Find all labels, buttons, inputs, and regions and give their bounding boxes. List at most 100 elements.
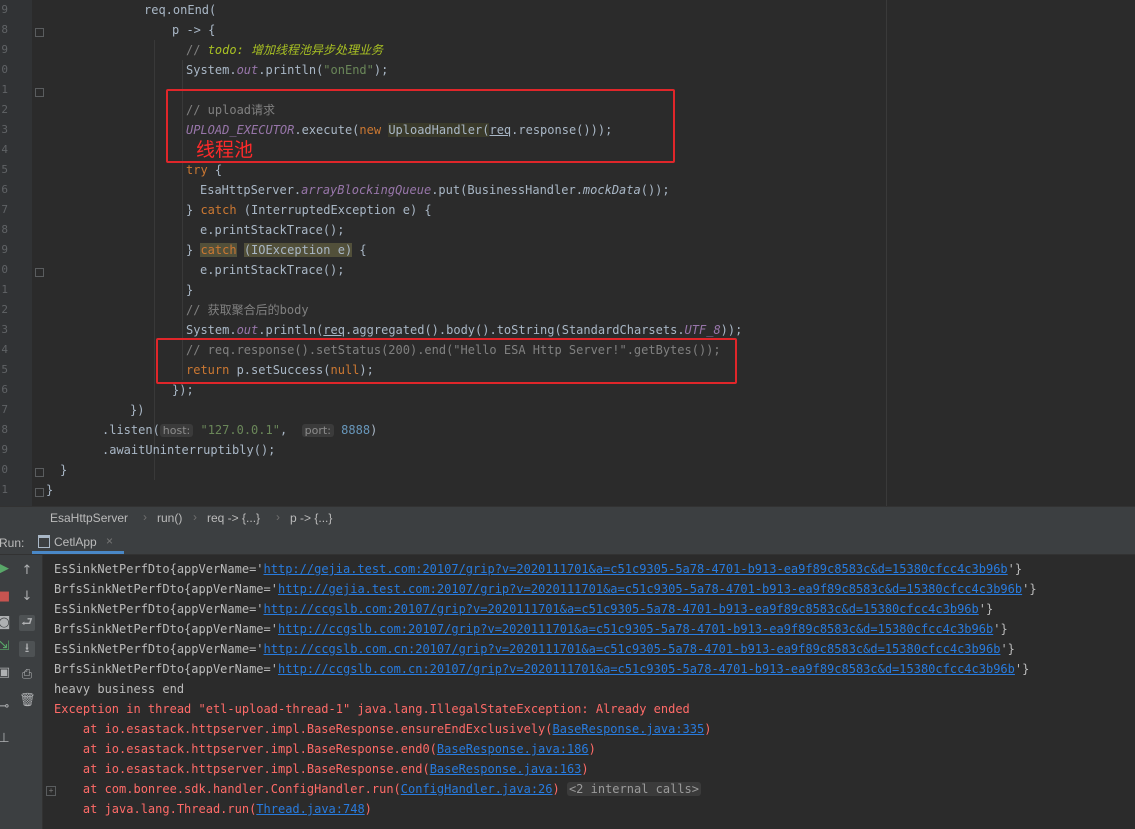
- print-icon[interactable]: ⎙: [19, 667, 35, 683]
- stop-icon[interactable]: ■: [0, 589, 12, 605]
- pin-icon[interactable]: ⊸: [0, 699, 12, 715]
- breadcrumb-separator: ›: [143, 510, 147, 524]
- code-editor[interactable]: 9890123456789012345678901 线程池 req.onEnd(…: [0, 0, 1135, 506]
- line-number: 8: [1, 423, 8, 436]
- indent-guide: [154, 40, 155, 480]
- code-line[interactable]: } catch (IOException e) {: [186, 240, 367, 260]
- rerun-icon[interactable]: ▶: [0, 561, 12, 577]
- console-link[interactable]: http://ccgslb.com:20107/grip?v=202011170…: [264, 602, 979, 616]
- code-token: UPLOAD_EXECUTOR: [186, 123, 295, 137]
- code-token: at io.esastack.httpserver.impl.BaseRespo…: [54, 722, 553, 736]
- code-token: ,: [279, 423, 302, 437]
- console-link[interactable]: BaseResponse.java:163: [430, 762, 582, 776]
- code-line[interactable]: // todo: 增加线程池异步处理业务: [186, 40, 383, 60]
- code-line[interactable]: req.onEnd(: [144, 0, 216, 20]
- console-link[interactable]: http://ccgslb.com:20107/grip?v=202011170…: [278, 622, 993, 636]
- code-line[interactable]: }: [186, 280, 193, 300]
- code-line[interactable]: } catch (InterruptedException e) {: [186, 200, 432, 220]
- code-line[interactable]: return p.setSuccess(null);: [186, 360, 374, 380]
- code-token: ));: [720, 323, 743, 337]
- breadcrumb-item[interactable]: EsaHttpServer: [50, 511, 128, 525]
- code-line[interactable]: try {: [186, 160, 222, 180]
- close-icon[interactable]: ×: [106, 534, 113, 548]
- scroll-to-end-icon[interactable]: ⭳: [19, 641, 35, 657]
- code-token: '}: [1000, 642, 1015, 656]
- line-number: 7: [1, 403, 8, 416]
- console-line: EsSinkNetPerfDto{appVerName='http://ccgs…: [54, 599, 993, 619]
- code-token: .put(BusinessHandler.: [431, 183, 583, 197]
- scroll-down-icon[interactable]: ↓: [19, 589, 35, 605]
- code-line[interactable]: });: [172, 380, 194, 400]
- code-line[interactable]: .listen(host: "127.0.0.1", port: 8888): [102, 420, 377, 440]
- console-error-line: at com.bonree.sdk.handler.ConfigHandler.…: [54, 779, 701, 799]
- code-token: // upload请求: [186, 103, 276, 117]
- fold-icon[interactable]: [35, 88, 44, 97]
- line-number: 5: [1, 163, 8, 176]
- fold-icon[interactable]: [35, 28, 44, 37]
- code-line[interactable]: EsaHttpServer.arrayBlockingQueue.put(Bus…: [200, 180, 670, 200]
- code-token: // req.response().setStatus(200).end("He…: [186, 343, 721, 357]
- code-token: EsSinkNetPerfDto{appVerName=': [54, 602, 264, 616]
- code-line[interactable]: System.out.println("onEnd");: [186, 60, 388, 80]
- code-token: out: [236, 63, 259, 77]
- code-token: .listen(: [102, 423, 160, 437]
- settings-icon[interactable]: ▣: [0, 665, 12, 681]
- console-line: BrfsSinkNetPerfDto{appVerName='http://cc…: [54, 659, 1029, 679]
- code-token: null: [330, 363, 360, 377]
- code-line[interactable]: e.printStackTrace();: [200, 260, 345, 280]
- code-line[interactable]: }: [46, 480, 53, 500]
- code-token: BrfsSinkNetPerfDto{appVerName=': [54, 662, 278, 676]
- expand-icon[interactable]: +: [46, 786, 56, 796]
- pin-tab-icon[interactable]: ⊥: [0, 731, 12, 747]
- code-token: (IOException e): [243, 243, 353, 257]
- code-line[interactable]: // upload请求: [186, 100, 275, 120]
- code-line[interactable]: .awaitUninterruptibly();: [102, 440, 275, 460]
- console-output[interactable]: EsSinkNetPerfDto{appVerName=' http://geji…: [43, 555, 1135, 829]
- console-link[interactable]: Thread.java:748: [256, 802, 364, 816]
- breadcrumb-item[interactable]: req -> {...}: [207, 511, 260, 525]
- code-line[interactable]: }): [130, 400, 144, 420]
- scroll-up-icon[interactable]: ↑: [19, 563, 35, 579]
- breadcrumb-item[interactable]: run(): [157, 511, 182, 525]
- trash-icon[interactable]: 🗑: [19, 693, 36, 709]
- code-line[interactable]: // 获取聚合后的body: [186, 300, 309, 320]
- tab-cetlapp[interactable]: CetlApp ×: [32, 529, 124, 554]
- line-number: 8: [1, 223, 8, 236]
- code-token: port:: [301, 424, 334, 437]
- breadcrumb: EsaHttpServer › run() › req -> {...} › p…: [0, 506, 1135, 529]
- line-number: 3: [1, 123, 8, 136]
- code-line[interactable]: }: [60, 460, 67, 480]
- console-error-line: at java.lang.Thread.run(Thread.java:748): [54, 799, 372, 819]
- line-number: 6: [1, 383, 8, 396]
- console-link[interactable]: http://gejia.test.com:20107/grip?v=20201…: [278, 582, 1022, 596]
- code-line[interactable]: e.printStackTrace();: [200, 220, 345, 240]
- camera-icon[interactable]: ◙: [0, 615, 12, 631]
- code-line[interactable]: p -> {: [172, 20, 215, 40]
- line-number: 8: [1, 23, 8, 36]
- line-number: 0: [1, 263, 8, 276]
- console-link[interactable]: http://ccgslb.com.cn:20107/grip?v=202011…: [278, 662, 1015, 676]
- code-token: EsaHttpServer.: [200, 183, 302, 197]
- code-token: 8888: [341, 423, 371, 437]
- console-link[interactable]: BaseResponse.java:186: [437, 742, 589, 756]
- code-token: try: [186, 163, 208, 177]
- line-number-gutter[interactable]: 9 8 9 0 1 2 3 4 5 6 7 8 9 0 1 2 3 4 5 6 7 8 9 0 1: [0, 0, 32, 506]
- restore-layout-icon[interactable]: ⇲: [0, 639, 12, 655]
- code-line[interactable]: UPLOAD_EXECUTOR.execute(new UploadHandle…: [186, 120, 612, 140]
- fold-icon[interactable]: [35, 488, 44, 497]
- code-token: EsSinkNetPerfDto{appVerName=': [54, 642, 264, 656]
- console-link[interactable]: ConfigHandler.java:26: [401, 782, 553, 796]
- code-token: "onEnd": [323, 63, 374, 77]
- breadcrumb-item[interactable]: p -> {...}: [290, 511, 332, 525]
- line-number: 1: [1, 483, 8, 496]
- code-line[interactable]: System.out.println(req.aggregated().body…: [186, 320, 742, 340]
- code-line[interactable]: // req.response().setStatus(200).end("He…: [186, 340, 721, 360]
- soft-wrap-icon[interactable]: ⮐: [19, 615, 35, 631]
- console-link[interactable]: BaseResponse.java:335: [553, 722, 705, 736]
- console-link[interactable]: http://ccgslb.com.cn:20107/grip?v=202011…: [264, 642, 1001, 656]
- console-error-line: Exception in thread "etl-upload-thread-1…: [54, 699, 690, 719]
- fold-icon[interactable]: [35, 468, 44, 477]
- fold-icon[interactable]: [35, 268, 44, 277]
- line-number: 9: [1, 43, 8, 56]
- console-link[interactable]: http://gejia.test.com:20107/grip?v=20201…: [264, 562, 1008, 576]
